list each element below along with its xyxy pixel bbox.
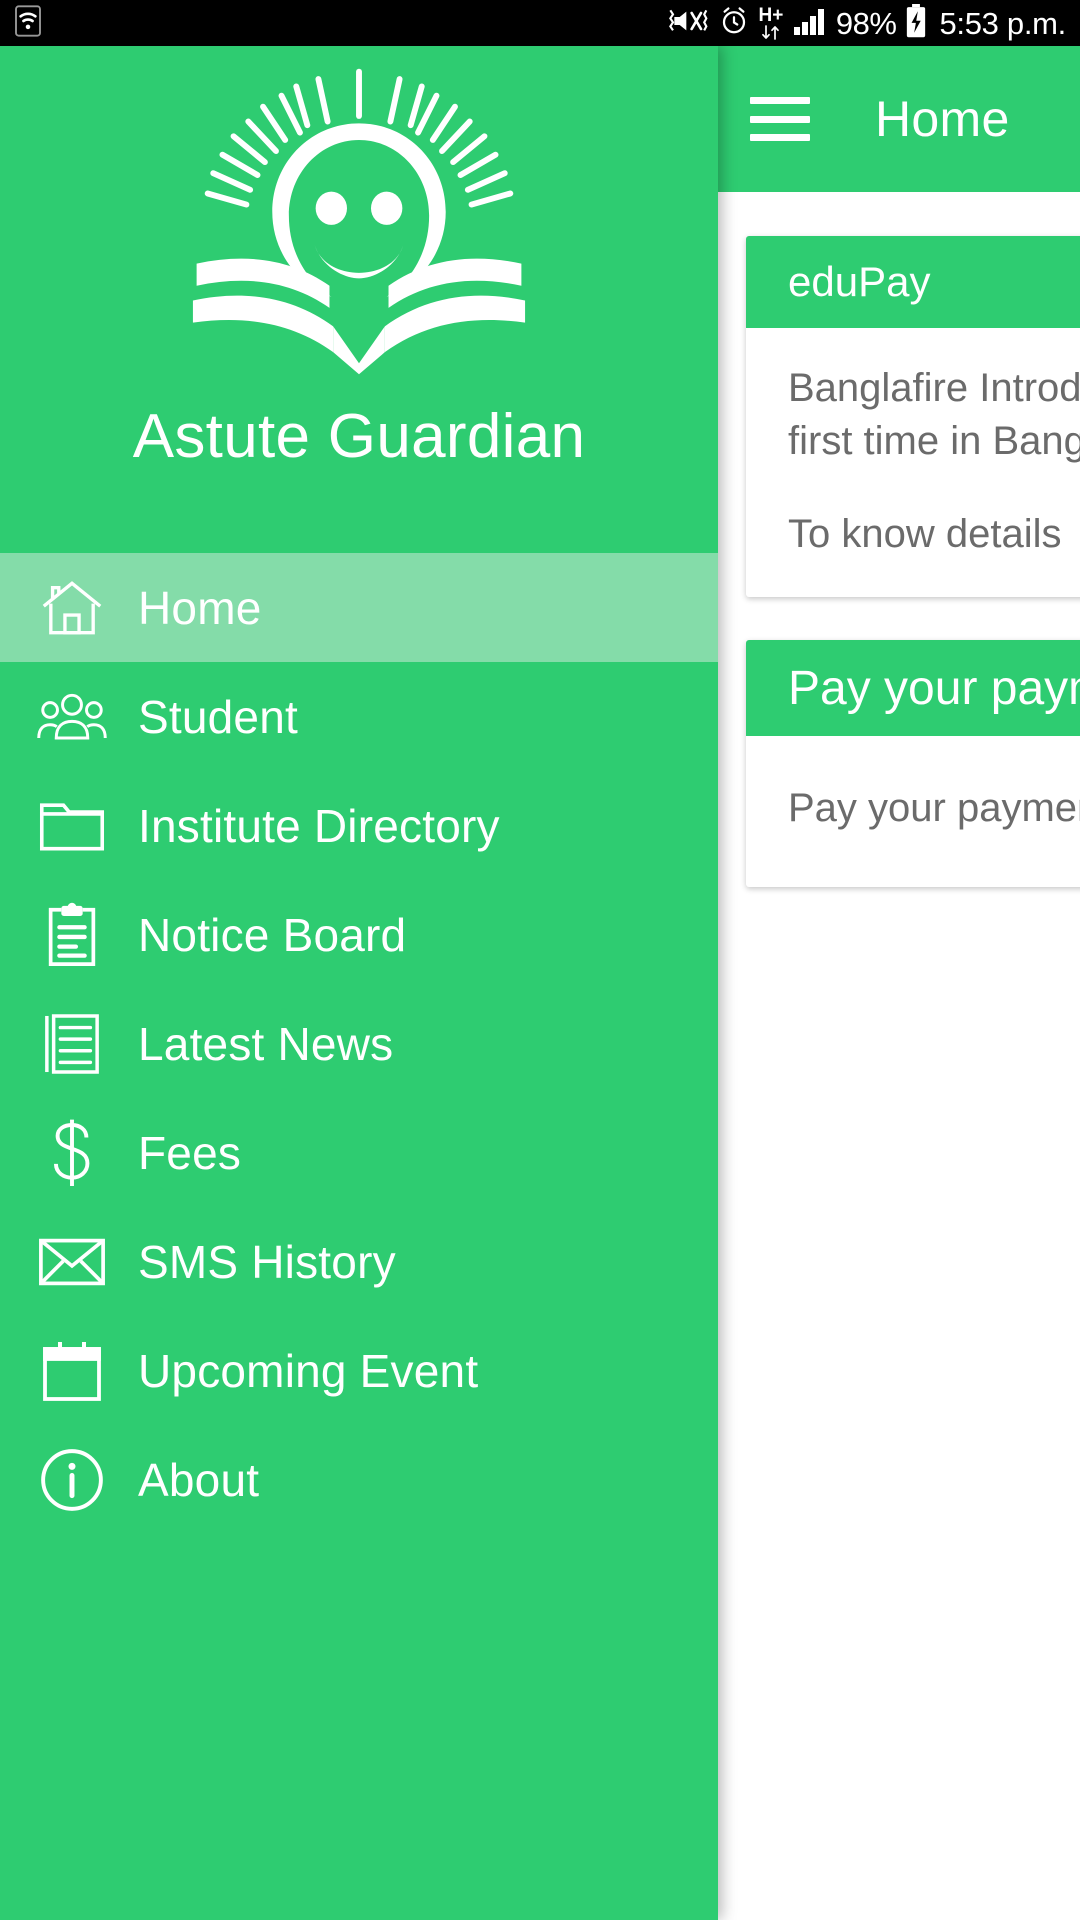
- home-icon: [30, 573, 114, 643]
- sidebar-item-institute-directory[interactable]: Institute Directory: [0, 771, 718, 880]
- vibrate-mute-icon: [668, 5, 710, 42]
- sidebar-item-about[interactable]: About: [0, 1425, 718, 1534]
- card-edupay-header: eduPay: [746, 236, 1080, 328]
- sidebar-item-fees-label: Fees: [138, 1126, 242, 1179]
- sidebar-item-about-label: About: [138, 1453, 260, 1506]
- sidebar-item-notice-board-label: Notice Board: [138, 908, 407, 961]
- sidebar-item-student[interactable]: Student: [0, 662, 718, 771]
- alarm-clock-icon: [719, 6, 749, 41]
- info-circle-icon: [30, 1445, 114, 1515]
- sidebar-item-student-label: Student: [138, 690, 298, 743]
- main-content: eduPay Banglafire Introdu first time in …: [718, 192, 1080, 1920]
- wifi-icon: [12, 4, 44, 42]
- card-pay-payment-text: Pay your payment: [788, 786, 1080, 830]
- hamburger-bar-3: [750, 134, 810, 141]
- sidebar-item-fees[interactable]: Fees: [0, 1098, 718, 1207]
- hamburger-bar-1: [750, 97, 810, 104]
- card-edupay-details-label: To know details: [788, 511, 1062, 556]
- clipboard-icon: [30, 900, 114, 970]
- drawer-header: Astute Guardian: [0, 46, 718, 553]
- status-bar-left: [0, 4, 44, 42]
- calendar-icon: [30, 1336, 114, 1406]
- students-group-icon: [30, 682, 114, 752]
- card-edupay-text-line2: first time in Bangla: [788, 418, 1080, 463]
- dollar-sign-icon: [30, 1118, 114, 1188]
- sidebar-item-sms-history[interactable]: SMS History: [0, 1207, 718, 1316]
- app-bar-content: Home: [718, 46, 1080, 192]
- phone-screen: H+ 98% 5:53 p.m. Home eduPay Banglafire …: [0, 0, 1080, 1920]
- battery-charging-icon: [905, 3, 927, 43]
- network-type-label: H+: [758, 5, 784, 26]
- card-edupay-body: Banglafire Introdu first time in Bangla …: [746, 328, 1080, 597]
- hamburger-bar-2: [750, 115, 810, 123]
- network-type-hplus-icon: H+: [758, 6, 784, 40]
- page-title: Home: [875, 91, 1010, 147]
- sidebar-item-upcoming-event-label: Upcoming Event: [138, 1344, 479, 1397]
- sidebar-item-home-label: Home: [138, 581, 262, 634]
- drawer-app-title: Astute Guardian: [132, 402, 586, 471]
- navigation-drawer: Astute Guardian Home Student Institute D…: [0, 46, 718, 1920]
- folder-icon: [30, 791, 114, 861]
- sidebar-item-latest-news-label: Latest News: [138, 1017, 394, 1070]
- sidebar-item-upcoming-event[interactable]: Upcoming Event: [0, 1316, 718, 1425]
- status-bar-right: H+ 98% 5:53 p.m.: [668, 3, 1080, 43]
- card-edupay-details-row[interactable]: To know details: [788, 512, 1080, 557]
- battery-percent-label: 98%: [835, 5, 897, 41]
- data-transfer-arrows-icon: [762, 25, 779, 40]
- card-pay-payment[interactable]: Pay your payme Pay your payment: [746, 640, 1080, 887]
- signal-bars-icon: [793, 6, 827, 41]
- news-document-icon: [30, 1009, 114, 1079]
- sidebar-item-sms-history-label: SMS History: [138, 1235, 396, 1288]
- status-bar-clock: 5:53 p.m.: [939, 5, 1066, 41]
- envelope-icon: [30, 1227, 114, 1297]
- sidebar-item-institute-directory-label: Institute Directory: [138, 799, 500, 852]
- card-edupay[interactable]: eduPay Banglafire Introdu first time in …: [746, 236, 1080, 597]
- card-pay-payment-body: Pay your payment: [746, 736, 1080, 887]
- status-bar: H+ 98% 5:53 p.m.: [0, 0, 1080, 46]
- card-edupay-text-line1: Banglafire Introdu: [788, 366, 1080, 410]
- sun-smiley-book-logo: [192, 68, 526, 375]
- hamburger-menu-icon[interactable]: [750, 97, 810, 141]
- sidebar-item-home[interactable]: Home: [0, 553, 718, 662]
- sidebar-item-latest-news[interactable]: Latest News: [0, 989, 718, 1098]
- sidebar-item-notice-board[interactable]: Notice Board: [0, 880, 718, 989]
- card-pay-payment-header: Pay your payme: [746, 640, 1080, 736]
